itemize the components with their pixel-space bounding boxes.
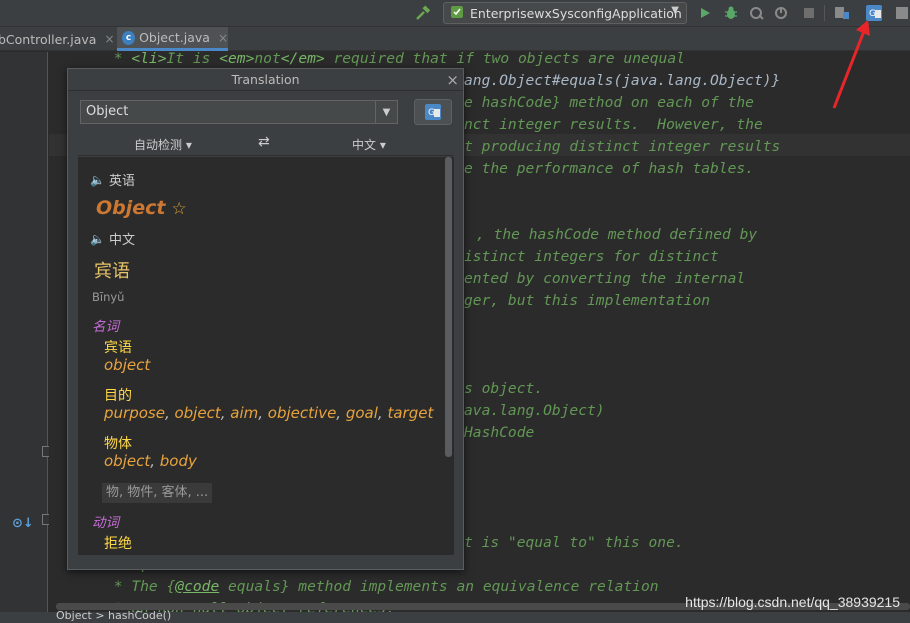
editor-tabbar: bController.java × c Object.java × (0, 27, 910, 51)
code-line: * <li>It is <em>not</em> required that i… (105, 52, 685, 67)
code-line: t is "equal to" this one. (464, 534, 684, 551)
editor-gutter: ⊙↓ (0, 52, 51, 612)
star-icon[interactable]: ☆ (172, 199, 187, 219)
profiler-icon[interactable] (772, 4, 790, 22)
svg-text:G: G (428, 108, 435, 118)
tab-object-java[interactable]: c Object.java × (117, 27, 228, 51)
translation-result: 🔈 英语 Object ☆ 🔈 中文 宾语 Bīnyǔ 名词 宾语 object … (78, 157, 454, 555)
hammer-icon[interactable] (414, 4, 432, 22)
source-language-name: 英语 (108, 174, 135, 189)
search-everywhere-icon[interactable] (893, 4, 910, 22)
code-line: ger, but this implementation (464, 292, 711, 309)
target-pronounce[interactable]: 🔈 中文 (90, 229, 135, 249)
source-text-input[interactable]: Object (80, 100, 398, 124)
close-icon[interactable]: × (446, 69, 459, 91)
part-of-speech: 动词 (92, 515, 119, 531)
close-icon[interactable]: × (104, 32, 114, 46)
popup-title-bar[interactable]: Translation × (68, 69, 463, 91)
dict-entry-en: object (104, 356, 151, 374)
dict-entry-en: purpose, object, aim, objective, goal, t… (104, 404, 434, 422)
code-line: * The {@code equals} method implements a… (105, 578, 659, 595)
source-word: Object ☆ (96, 197, 187, 219)
target-language-name: 中文 (108, 233, 135, 248)
translated-word: 宾语 (94, 261, 130, 282)
language-bar: 自动检测 ▾ ⇄ 中文 ▾ (78, 132, 454, 156)
dict-entry-zh: 宾语 (104, 340, 132, 356)
code-line: HashCode (464, 424, 535, 441)
close-icon[interactable]: × (218, 31, 228, 45)
translate-icon: G (425, 104, 441, 120)
code-line: ang.Object#equals(java.lang.Object)} (464, 72, 781, 89)
popup-title: Translation (231, 72, 300, 87)
tab-label: bController.java (0, 31, 97, 47)
breadcrumb-bar: Object > hashCode() (0, 609, 910, 623)
overrides-icon[interactable]: ⊙↓ (12, 516, 34, 531)
dict-entry-zh: 物体 (104, 436, 132, 452)
code-line: t producing distinct integer results (464, 138, 781, 155)
coverage-icon[interactable] (748, 4, 766, 22)
code-line: istinct integers for distinct (464, 248, 719, 265)
source-language-select[interactable]: 自动检测 ▾ (134, 136, 192, 153)
speaker-icon: 🔈 (90, 231, 105, 246)
watermark: https://blog.csdn.net/qq_38939215 (685, 594, 900, 610)
toolbar-separator (824, 5, 825, 21)
phonetic: Bīnyǔ (92, 290, 125, 304)
tab-label: Object.java (139, 30, 210, 45)
run-configuration-label: EnterprisewxSysconfigApplication (470, 5, 682, 21)
code-line: s object. (464, 380, 544, 397)
swap-languages-icon[interactable]: ⇄ (258, 134, 270, 150)
translation-popup: Translation × Object ▼ G 自动检测 ▾ ⇄ 中文 ▾ 🔈… (67, 68, 464, 570)
run-configuration-select[interactable]: EnterprisewxSysconfigApplication ▼ (443, 2, 687, 24)
stop-icon[interactable] (800, 4, 818, 22)
more-meanings[interactable]: 物, 物件, 客体, ... (102, 483, 213, 503)
java-class-icon: c (122, 30, 136, 45)
code-line: , the hashCode method defined by (476, 226, 758, 243)
tab-controller-java[interactable]: bController.java × (0, 27, 115, 51)
code-line: e the performance of hash tables. (464, 160, 754, 177)
result-scrollbar[interactable] (445, 157, 452, 457)
breadcrumb[interactable]: Object > hashCode() (56, 609, 171, 622)
translate-button[interactable]: G (414, 99, 452, 125)
main-toolbar: EnterprisewxSysconfigApplication ▼ G (0, 0, 910, 27)
code-line: ava.lang.Object) (464, 402, 605, 419)
red-annotation-arrow (832, 20, 870, 109)
code-line: ented by converting the internal (464, 270, 746, 287)
spring-boot-icon (450, 5, 464, 22)
code-line: e hashCode} method on each of the (464, 94, 754, 111)
debug-icon[interactable] (722, 4, 740, 22)
target-language-select[interactable]: 中文 ▾ (352, 136, 386, 153)
chevron-down-icon: ▼ (671, 5, 679, 16)
chevron-down-icon[interactable]: ▼ (375, 101, 397, 123)
dict-entry-zh: 拒绝 (104, 536, 132, 552)
source-pronounce[interactable]: 🔈 英语 (90, 170, 135, 190)
dict-entry-zh: 目的 (104, 388, 132, 404)
code-line: nct integer results. However, the (464, 116, 763, 133)
speaker-icon: 🔈 (90, 172, 105, 187)
part-of-speech: 名词 (92, 319, 119, 335)
run-icon[interactable] (696, 4, 714, 22)
dict-entry-en: object, body (104, 452, 197, 470)
